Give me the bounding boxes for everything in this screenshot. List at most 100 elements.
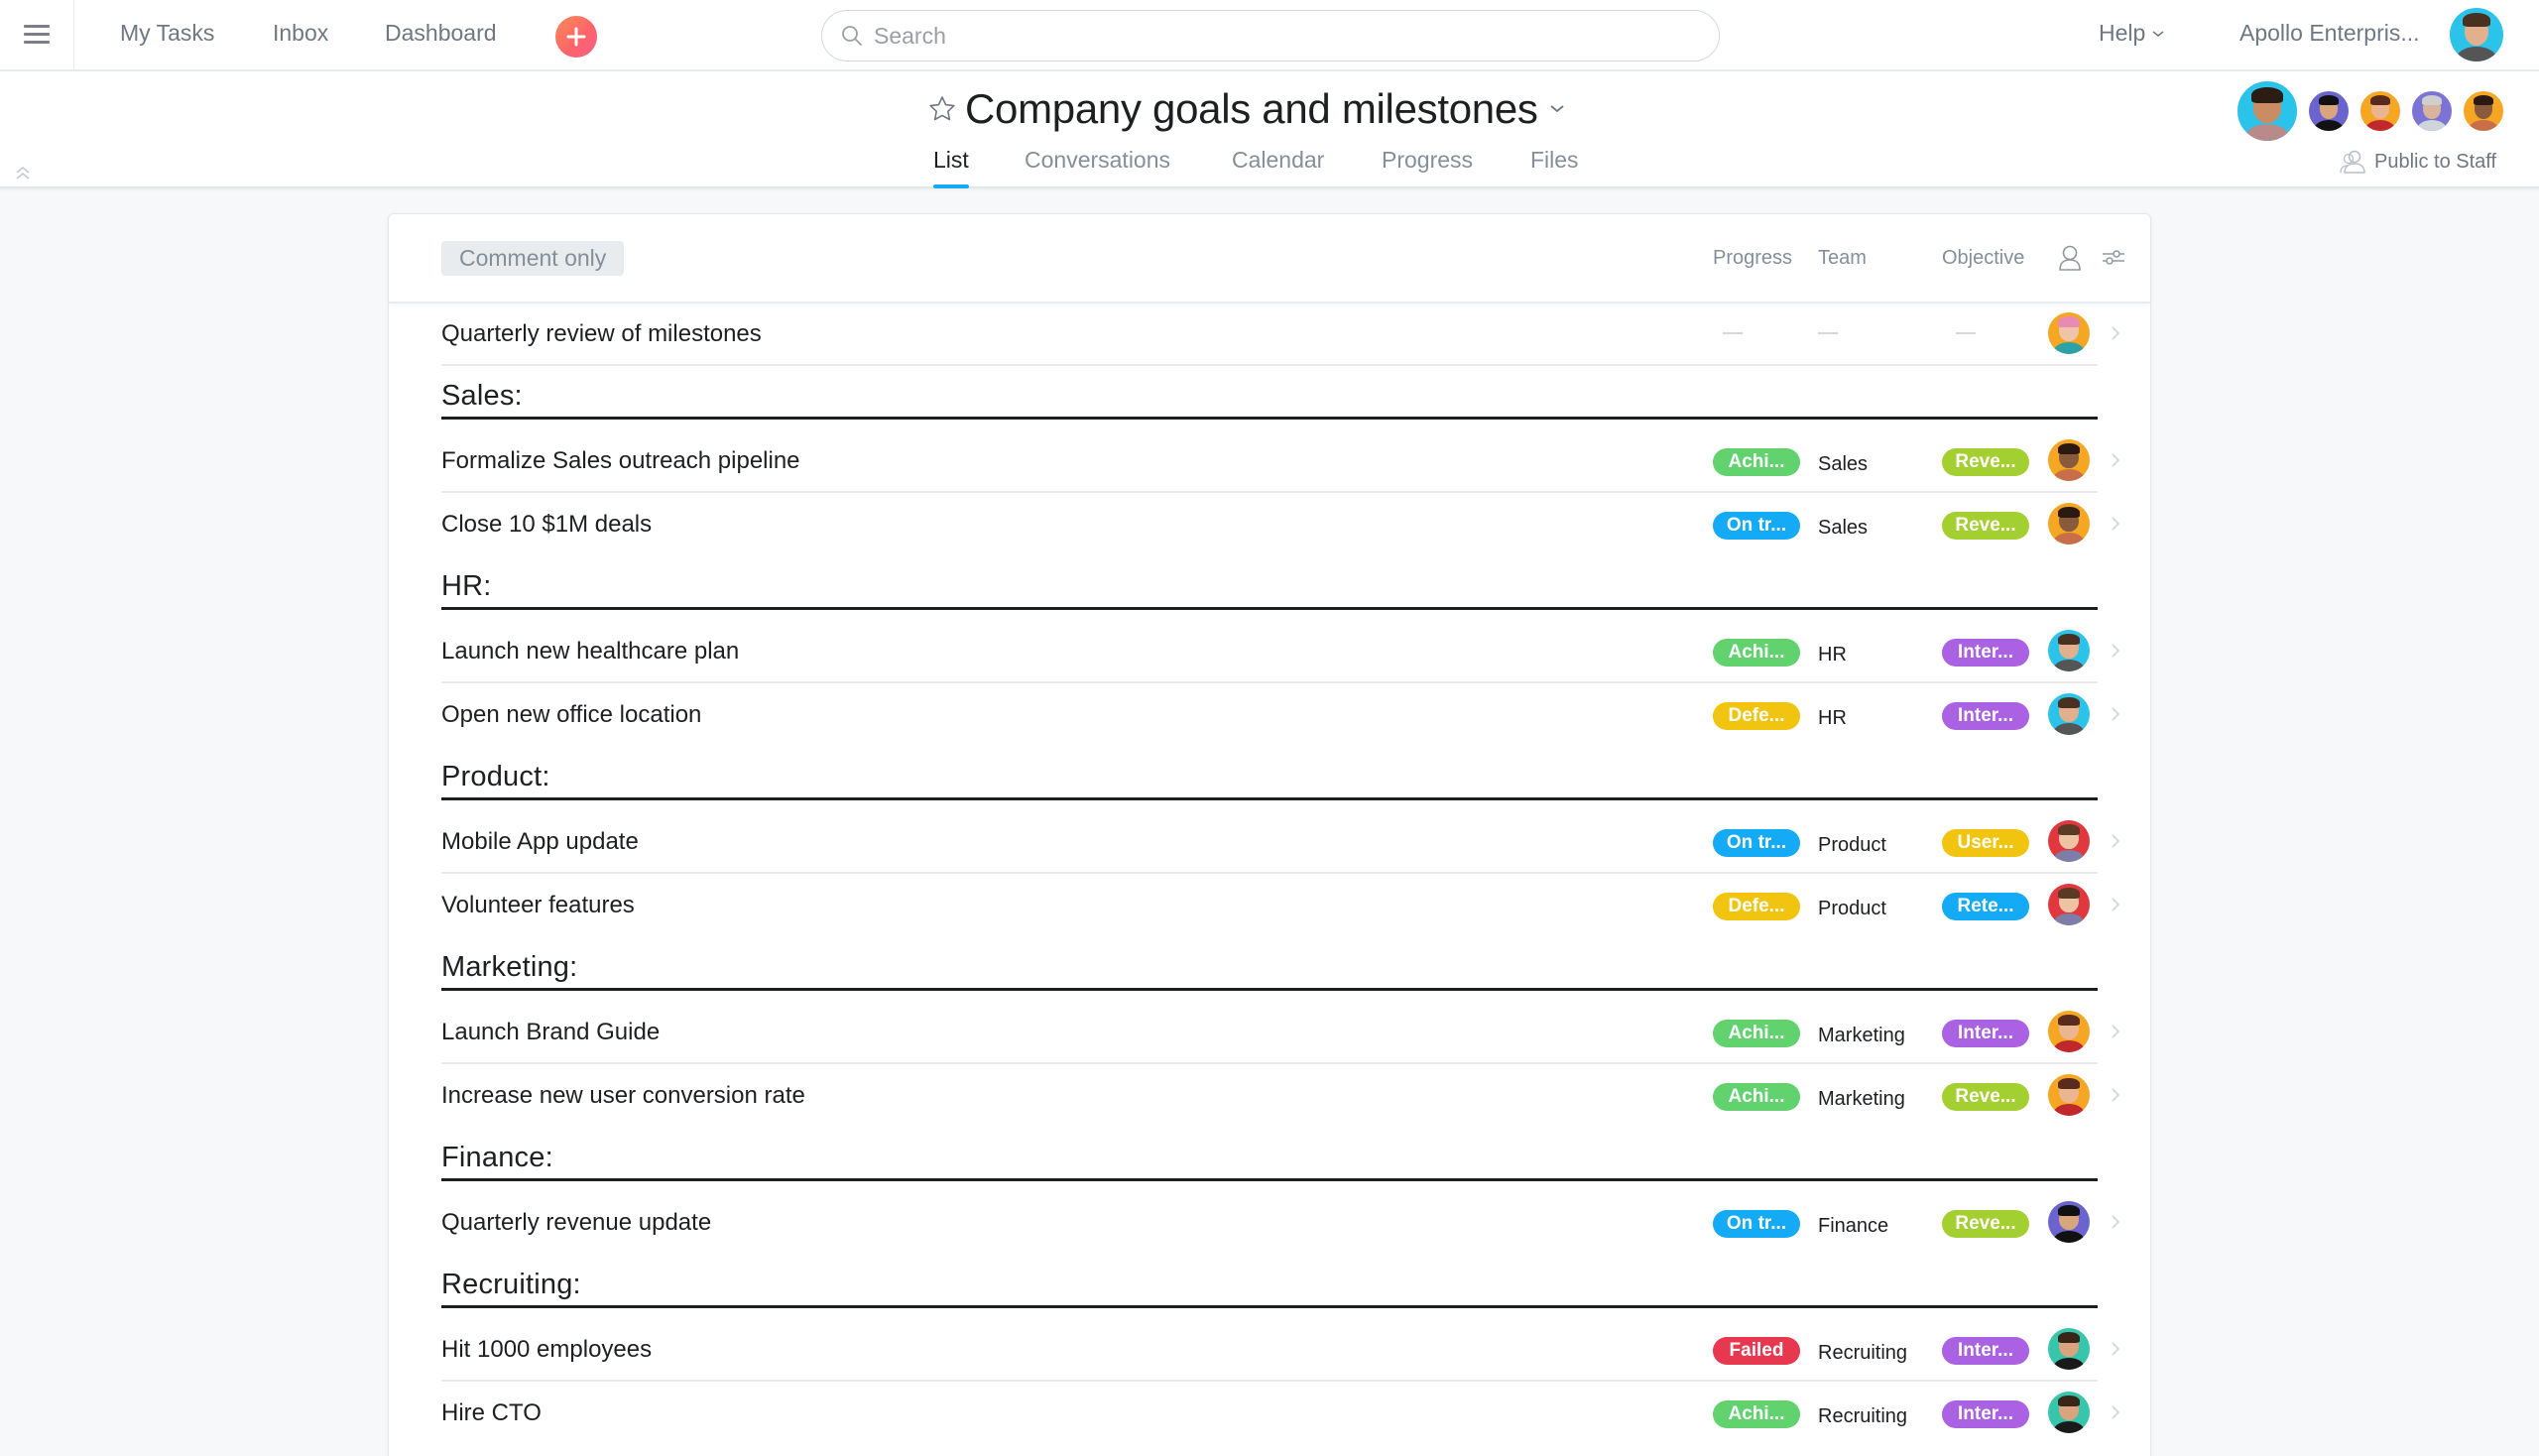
task-name[interactable]: Hit 1000 employees (441, 1336, 652, 1364)
team-field[interactable]: Product (1818, 834, 1886, 857)
member-avatar[interactable] (2307, 89, 2351, 133)
member-avatar[interactable] (2358, 89, 2402, 133)
chevron-right-icon[interactable] (2110, 896, 2121, 913)
user-avatar[interactable] (2450, 8, 2503, 61)
progress-status-pill[interactable]: Achi... (1713, 1083, 1800, 1111)
nav-my-tasks[interactable]: My Tasks (120, 20, 214, 47)
assignee-avatar[interactable] (2048, 439, 2090, 481)
assignee-column-icon[interactable] (2058, 244, 2082, 272)
task-name[interactable]: Launch new healthcare plan (441, 638, 739, 666)
task-row[interactable]: Launch Brand Guide Achi... Marketing Inter.… (389, 1001, 2150, 1064)
assignee-avatar[interactable] (2048, 820, 2090, 862)
chevron-right-icon[interactable] (2110, 1213, 2121, 1231)
section-header[interactable]: Marketing: (389, 937, 2150, 1001)
task-row[interactable]: Formalize Sales outreach pipeline Achi...… (389, 429, 2150, 493)
objective-pill[interactable]: Reve... (1942, 512, 2029, 540)
chevron-right-icon[interactable] (2110, 1403, 2121, 1421)
task-name[interactable]: Close 10 $1M deals (441, 511, 652, 539)
section-header[interactable]: Sales: (389, 366, 2150, 429)
task-name[interactable]: Quarterly revenue update (441, 1209, 711, 1237)
team-field[interactable]: Recruiting (1818, 1342, 1907, 1365)
task-name[interactable]: Quarterly review of milestones (441, 320, 762, 348)
section-header[interactable]: HR: (389, 556, 2150, 620)
chevron-right-icon[interactable] (2110, 832, 2121, 850)
objective-pill[interactable]: Reve... (1942, 1083, 2029, 1111)
objective-pill[interactable]: Inter... (1942, 1400, 2029, 1428)
member-avatar[interactable] (2410, 89, 2454, 133)
chevron-right-icon[interactable] (2110, 451, 2121, 469)
assignee-avatar[interactable] (2048, 1201, 2090, 1243)
chevron-right-icon[interactable] (2110, 1023, 2121, 1040)
assignee-avatar[interactable] (2048, 884, 2090, 925)
team-field[interactable]: HR (1818, 644, 1847, 667)
assignee-avatar[interactable] (2048, 1074, 2090, 1116)
chevron-right-icon[interactable] (2110, 1340, 2121, 1358)
objective-pill[interactable]: User... (1942, 829, 2029, 857)
tab-progress[interactable]: Progress (1382, 147, 1473, 188)
task-name[interactable]: Launch Brand Guide (441, 1019, 660, 1046)
task-row[interactable]: Launch new healthcare plan Achi... HR Inter… (389, 620, 2150, 683)
empty-objective-field[interactable] (1956, 332, 1976, 334)
assignee-avatar[interactable] (2048, 1392, 2090, 1433)
task-name[interactable]: Open new office location (441, 701, 701, 729)
nav-dashboard[interactable]: Dashboard (385, 20, 497, 47)
task-row[interactable]: Quarterly revenue update On tr... Finance R… (389, 1191, 2150, 1255)
team-field[interactable]: Product (1818, 898, 1886, 920)
progress-status-pill[interactable]: Achi... (1713, 1020, 1800, 1047)
progress-status-pill[interactable]: Achi... (1713, 1400, 1800, 1428)
task-name[interactable]: Mobile App update (441, 828, 639, 856)
team-field[interactable]: Finance (1818, 1215, 1888, 1238)
team-field[interactable]: Sales (1818, 517, 1868, 540)
task-row[interactable]: Increase new user conversion rate Achi...… (389, 1064, 2150, 1128)
progress-status-pill[interactable]: Failed (1713, 1337, 1800, 1365)
chevron-right-icon[interactable] (2110, 705, 2121, 723)
team-field[interactable]: Marketing (1818, 1088, 1905, 1111)
chevron-right-icon[interactable] (2110, 1086, 2121, 1104)
team-field[interactable]: Sales (1818, 453, 1868, 476)
chevron-right-icon[interactable] (2110, 515, 2121, 533)
objective-pill[interactable]: Inter... (1942, 1020, 2029, 1047)
sidebar-toggle-button[interactable] (0, 0, 74, 69)
task-row[interactable]: Close 10 $1M deals On tr... Sales Reve... (389, 493, 2150, 556)
tab-files[interactable]: Files (1530, 147, 1579, 188)
section-header[interactable]: Finance: (389, 1128, 2150, 1191)
tab-conversations[interactable]: Conversations (1025, 147, 1170, 188)
team-field[interactable]: Marketing (1818, 1025, 1905, 1047)
help-menu-button[interactable]: Help (2099, 20, 2165, 47)
task-row[interactable]: Mobile App update On tr... Product User... (389, 810, 2150, 874)
chevron-down-icon[interactable] (1548, 103, 1566, 115)
organization-switcher[interactable]: Apollo Enterpris... (2239, 20, 2420, 47)
customize-columns-icon[interactable] (2102, 246, 2125, 270)
objective-pill[interactable]: Reve... (1942, 1210, 2029, 1238)
search-bar[interactable] (821, 10, 1720, 61)
assignee-avatar[interactable] (2048, 312, 2090, 354)
progress-status-pill[interactable]: Defe... (1713, 702, 1800, 730)
task-row[interactable]: Hit 1000 employees Failed Recruiting Inter.… (389, 1318, 2150, 1382)
search-input[interactable] (874, 22, 1687, 50)
objective-pill[interactable]: Reve... (1942, 448, 2029, 476)
objective-pill[interactable]: Inter... (1942, 702, 2029, 730)
assignee-avatar[interactable] (2048, 503, 2090, 545)
assignee-avatar[interactable] (2048, 1011, 2090, 1052)
progress-status-pill[interactable]: Achi... (1713, 448, 1800, 476)
task-name[interactable]: Volunteer features (441, 892, 635, 919)
progress-status-pill[interactable]: On tr... (1713, 829, 1800, 857)
progress-status-pill[interactable]: Achi... (1713, 639, 1800, 667)
chevron-right-icon[interactable] (2110, 642, 2121, 660)
progress-status-pill[interactable]: On tr... (1713, 512, 1800, 540)
member-avatar[interactable] (2462, 89, 2505, 133)
team-field[interactable]: HR (1818, 707, 1847, 730)
collapse-header-icon[interactable] (14, 165, 32, 181)
task-name[interactable]: Increase new user conversion rate (441, 1082, 805, 1110)
section-header[interactable]: Recruiting: (389, 1255, 2150, 1318)
star-icon[interactable] (927, 94, 957, 124)
task-row[interactable]: Quarterly review of milestones (389, 303, 2150, 366)
task-row[interactable]: Open new office location Defe... HR Inter..… (389, 683, 2150, 747)
progress-status-pill[interactable]: On tr... (1713, 1210, 1800, 1238)
column-header-progress[interactable]: Progress (1713, 247, 1792, 270)
section-header[interactable]: Product: (389, 747, 2150, 810)
quick-add-button[interactable] (555, 16, 597, 58)
task-name[interactable]: Formalize Sales outreach pipeline (441, 447, 800, 475)
objective-pill[interactable]: Inter... (1942, 639, 2029, 667)
assignee-avatar[interactable] (2048, 693, 2090, 735)
